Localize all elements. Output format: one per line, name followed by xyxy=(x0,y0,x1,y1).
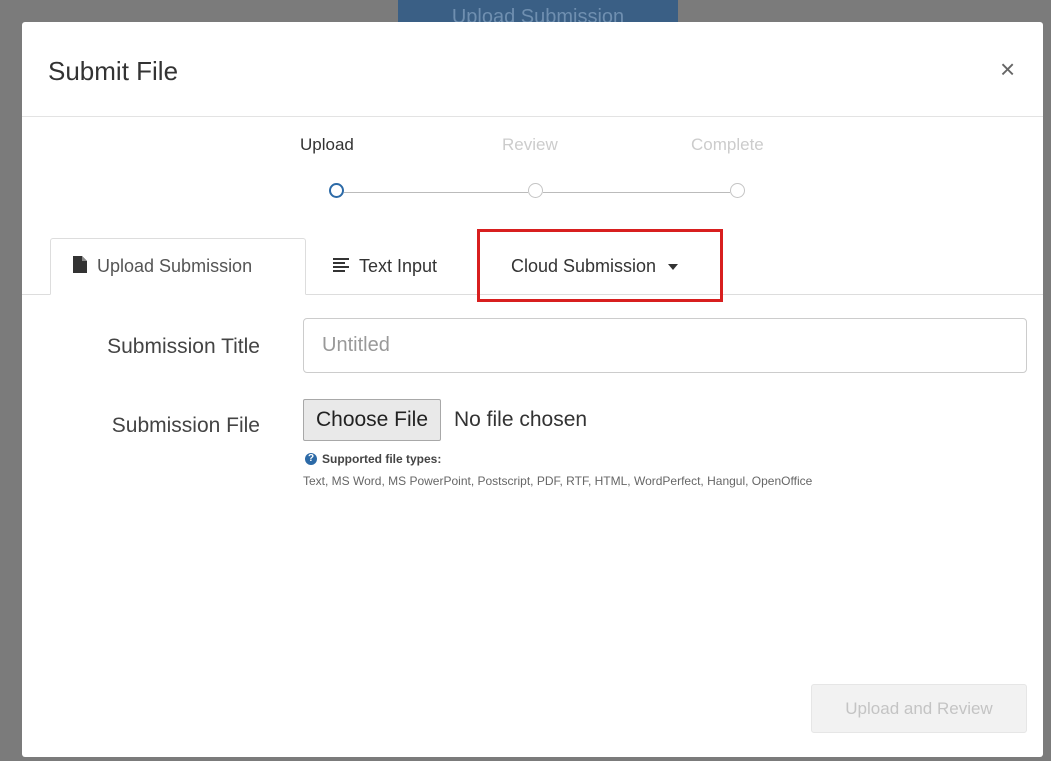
modal-header: Submit File × xyxy=(22,22,1043,117)
submit-file-modal: Submit File × Upload Review Complete Upl… xyxy=(22,22,1043,757)
tab-label: Text Input xyxy=(359,256,438,276)
background-upload-submission-button: Upload Submission xyxy=(398,0,678,22)
no-file-chosen-text: No file chosen xyxy=(454,408,588,431)
step-label-complete: Complete xyxy=(691,135,764,154)
tab-upload-submission[interactable]: Upload Submission xyxy=(50,238,306,295)
tab-label: Cloud Submission xyxy=(511,256,657,276)
supported-file-types-list: Text, MS Word, MS PowerPoint, Postscript… xyxy=(303,474,813,488)
step-dot-complete xyxy=(730,183,745,198)
text-lines-icon xyxy=(333,256,349,277)
step-label-upload: Upload xyxy=(300,135,354,154)
tab-text-input[interactable]: Text Input xyxy=(312,238,472,295)
question-circle-icon: ? xyxy=(305,453,317,465)
submission-title-label: Submission Title xyxy=(107,335,260,358)
close-icon[interactable]: × xyxy=(1000,56,1015,82)
supported-heading-text: Supported file types: xyxy=(322,452,442,466)
step-dot-review xyxy=(528,183,543,198)
step-dot-upload xyxy=(329,183,344,198)
caret-down-icon xyxy=(668,263,679,270)
step-label-review: Review xyxy=(502,135,558,154)
submission-file-label: Submission File xyxy=(111,414,260,437)
modal-title: Submit File xyxy=(48,56,179,86)
step-connector xyxy=(344,192,528,193)
tab-cloud-submission[interactable]: Cloud Submission xyxy=(490,238,720,295)
supported-file-types-heading: ? Supported file types: xyxy=(305,452,441,466)
submission-title-input[interactable] xyxy=(303,318,1027,373)
upload-and-review-button[interactable]: Upload and Review xyxy=(811,684,1027,733)
step-connector xyxy=(543,192,730,193)
file-icon xyxy=(73,255,87,278)
choose-file-button[interactable]: Choose File xyxy=(303,399,441,441)
tab-label: Upload Submission xyxy=(97,256,253,276)
